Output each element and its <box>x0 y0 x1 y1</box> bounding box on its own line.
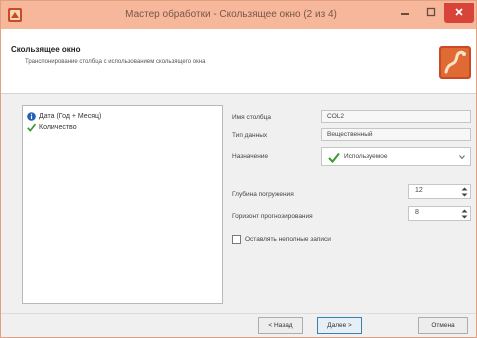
cancel-button[interactable]: Отмена <box>418 317 468 334</box>
list-item-label: Дата (Год + Месяц) <box>39 112 102 120</box>
purpose-label: Назначение <box>232 153 269 160</box>
app-icon[interactable] <box>7 7 23 23</box>
back-button[interactable]: < Назад <box>258 317 303 334</box>
spinner-up-icon[interactable] <box>460 208 469 213</box>
spinner-down-icon[interactable] <box>460 214 469 219</box>
horizon-label: Горизонт прогнозирования <box>232 213 313 220</box>
spinner-down-icon[interactable] <box>460 192 469 197</box>
depth-label: Глубина погружения <box>232 191 294 198</box>
next-button[interactable]: Далее > <box>317 317 362 334</box>
close-button[interactable] <box>444 3 474 23</box>
horizon-value: 8 <box>415 209 419 216</box>
keep-incomplete-label: Оставлять неполные записи <box>245 236 331 243</box>
wizard-logo-icon <box>439 46 471 79</box>
footer-divider <box>1 313 476 314</box>
step-title: Скользящее окно <box>11 45 81 54</box>
horizon-spinner[interactable]: 8 <box>408 206 471 221</box>
column-name-label: Имя столбца <box>232 114 271 121</box>
maximize-icon <box>426 7 436 19</box>
keep-incomplete-checkbox[interactable] <box>232 235 241 244</box>
data-type-label: Тип данных <box>232 132 268 139</box>
purpose-dropdown[interactable]: Используемое <box>321 147 471 166</box>
minimize-icon <box>400 7 410 19</box>
maximize-button[interactable] <box>418 3 444 23</box>
columns-list[interactable]: Дата (Год + Месяц) Количество <box>22 105 223 304</box>
purpose-value: Используемое <box>344 153 388 160</box>
data-type-field: Вещественный <box>321 128 471 141</box>
depth-value: 12 <box>415 187 423 194</box>
wizard-header: Скользящее окно Транспонирование столбца… <box>1 29 476 94</box>
checkmark-icon <box>27 123 36 132</box>
depth-spinner[interactable]: 12 <box>408 184 471 199</box>
title-bar[interactable]: Мастер обработки - Скользящее окно (2 из… <box>1 1 476 29</box>
checkmark-icon <box>328 152 340 164</box>
step-description: Транспонирование столбца с использование… <box>25 59 206 65</box>
window-title: Мастер обработки - Скользящее окно (2 из… <box>125 9 337 20</box>
list-item-label: Количество <box>39 123 77 131</box>
info-icon <box>27 111 36 121</box>
column-name-field: COL2 <box>321 110 471 123</box>
spinner-up-icon[interactable] <box>460 186 469 191</box>
wizard-window: Мастер обработки - Скользящее окно (2 из… <box>0 0 477 338</box>
close-icon <box>454 7 464 19</box>
list-item-quantity[interactable]: Количество <box>27 122 77 132</box>
chevron-down-icon <box>459 154 465 160</box>
list-item-date[interactable]: Дата (Год + Месяц) <box>27 111 101 121</box>
minimize-button[interactable] <box>392 3 418 23</box>
